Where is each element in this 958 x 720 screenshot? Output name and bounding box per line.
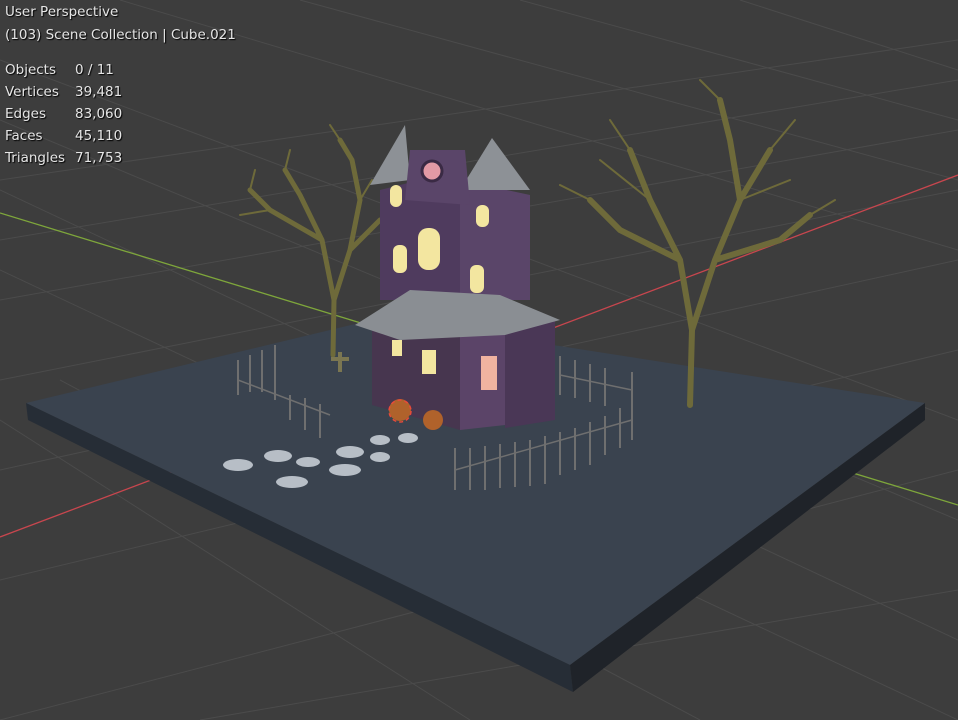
stat-value: 45,110 xyxy=(75,128,123,144)
stat-label: Objects xyxy=(5,62,57,78)
stat-label: Edges xyxy=(5,106,47,122)
stat-value: 83,060 xyxy=(75,106,123,122)
pumpkin-right[interactable] xyxy=(423,410,443,430)
window-glow xyxy=(418,228,440,270)
stat-edges: Edges 83,060 xyxy=(5,104,122,126)
haunted-house[interactable] xyxy=(355,125,560,430)
3d-viewport[interactable]: User Perspective (103) Scene Collection … xyxy=(0,0,958,720)
stat-value: 71,753 xyxy=(75,150,123,166)
stat-value: 0 / 11 xyxy=(75,62,114,78)
stat-label: Triangles xyxy=(5,150,66,166)
stat-vertices: Vertices 39,481 xyxy=(5,82,122,104)
stat-label: Faces xyxy=(5,128,43,144)
stat-triangles: Triangles 71,753 xyxy=(5,148,122,170)
scene-canvas[interactable] xyxy=(0,0,958,720)
stat-label: Vertices xyxy=(5,84,59,100)
stat-objects: Objects 0 / 11 xyxy=(5,60,122,82)
stat-value: 39,481 xyxy=(75,84,123,100)
statistics-overlay: Objects 0 / 11 Vertices 39,481 Edges 83,… xyxy=(5,60,122,170)
stat-faces: Faces 45,110 xyxy=(5,126,122,148)
